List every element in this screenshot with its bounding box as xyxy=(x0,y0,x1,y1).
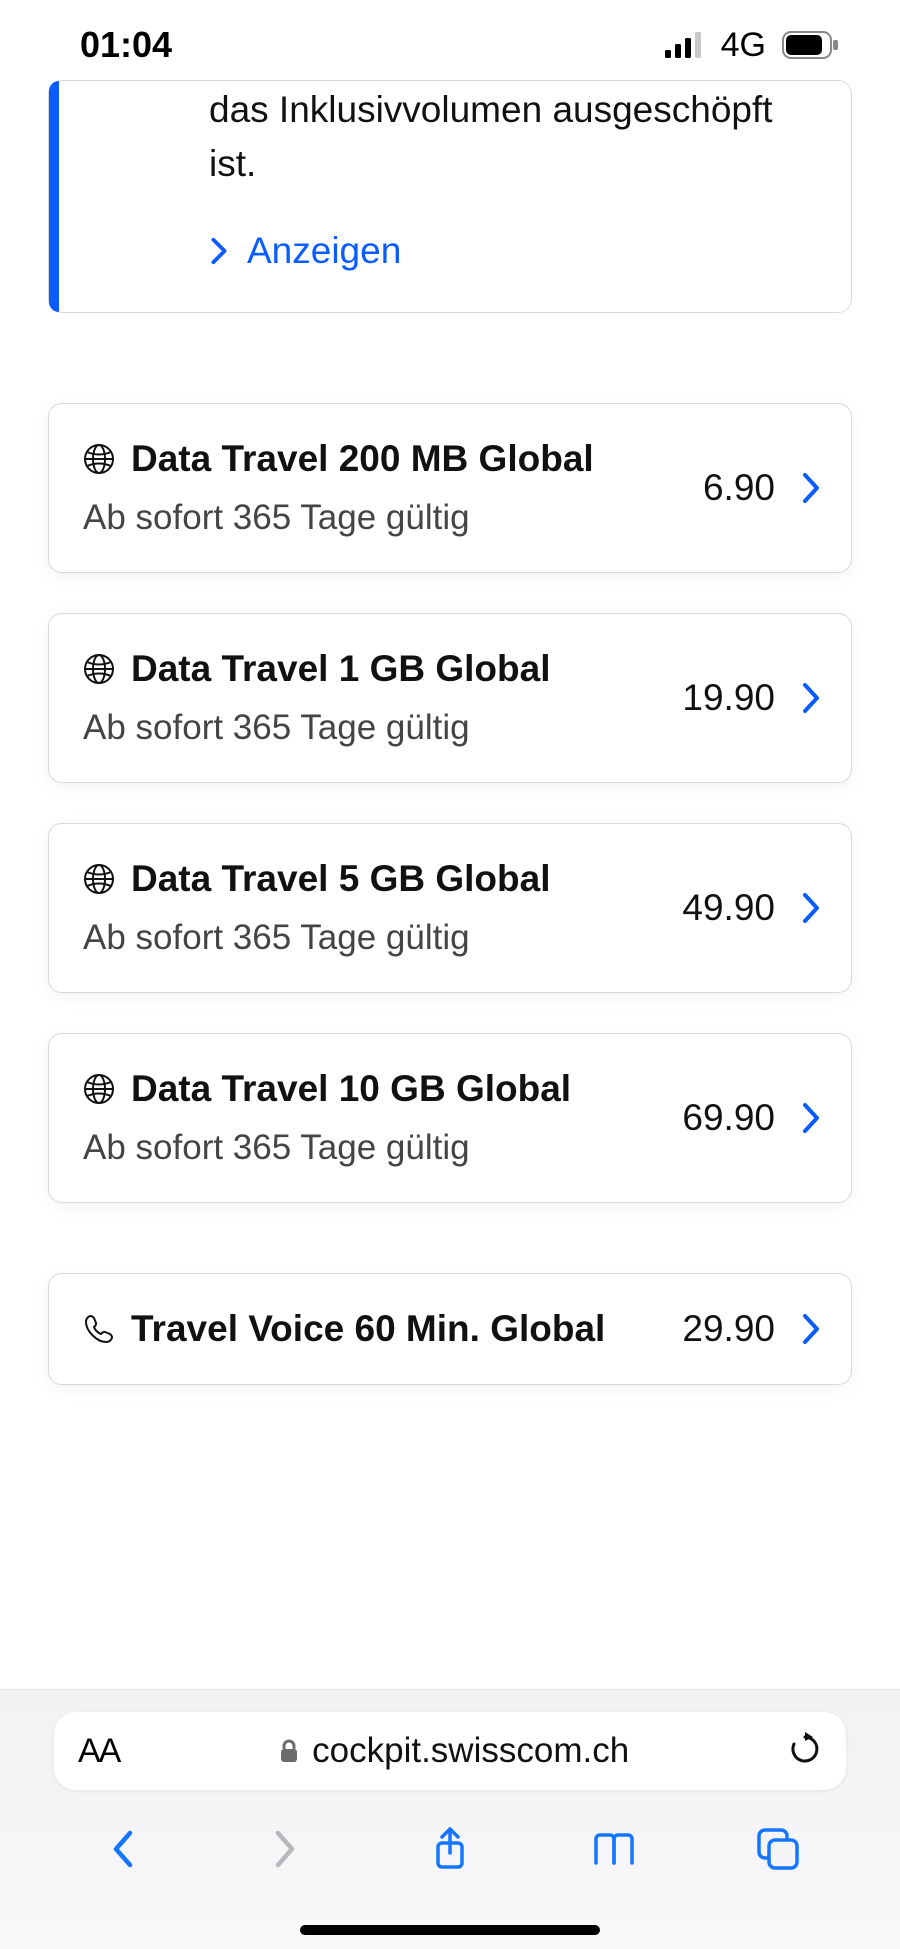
chevron-right-icon xyxy=(801,1101,821,1135)
pack-title: Data Travel 1 GB Global xyxy=(131,648,550,690)
network-label: 4G xyxy=(721,26,766,65)
globe-icon xyxy=(83,653,115,685)
tabs-button[interactable] xyxy=(753,1824,803,1874)
info-card: das Inklusivvolumen ausgeschöpft ist. An… xyxy=(48,80,852,313)
pack-price: 49.90 xyxy=(682,887,775,929)
pack-subtitle: Ab sofort 365 Tage gültig xyxy=(83,498,687,538)
address-bar[interactable]: AA cockpit.swisscom.ch xyxy=(54,1712,846,1790)
reload-icon xyxy=(788,1732,822,1766)
text-size-button[interactable]: AA xyxy=(78,1732,119,1771)
pack-price: 6.90 xyxy=(703,467,775,509)
data-pack-card[interactable]: Data Travel 200 MB Global Ab sofort 365 … xyxy=(48,403,852,573)
battery-icon xyxy=(782,31,840,59)
info-text: das Inklusivvolumen ausgeschöpft ist. xyxy=(109,83,811,190)
back-button[interactable] xyxy=(97,1824,147,1874)
data-pack-card[interactable]: Data Travel 1 GB Global Ab sofort 365 Ta… xyxy=(48,613,852,783)
globe-icon xyxy=(83,863,115,895)
reload-button[interactable] xyxy=(788,1732,822,1771)
data-pack-card[interactable]: Data Travel 5 GB Global Ab sofort 365 Ta… xyxy=(48,823,852,993)
browser-toolbar xyxy=(0,1824,900,1874)
forward-button[interactable] xyxy=(261,1824,311,1874)
pack-title: Data Travel 10 GB Global xyxy=(131,1068,571,1110)
pack-title: Data Travel 5 GB Global xyxy=(131,858,550,900)
pack-title: Data Travel 200 MB Global xyxy=(131,438,594,480)
data-pack-card[interactable]: Data Travel 10 GB Global Ab sofort 365 T… xyxy=(48,1033,852,1203)
pack-price: 19.90 xyxy=(682,677,775,719)
bookmarks-button[interactable] xyxy=(589,1824,639,1874)
address-domain: cockpit.swisscom.ch xyxy=(312,1731,629,1771)
globe-icon xyxy=(83,1073,115,1105)
chevron-right-icon xyxy=(801,1312,821,1346)
chevron-right-icon xyxy=(801,471,821,505)
chevron-right-icon xyxy=(801,891,821,925)
chevron-right-icon xyxy=(209,236,229,266)
signal-icon xyxy=(665,32,705,58)
info-show-label: Anzeigen xyxy=(247,230,401,272)
lock-icon xyxy=(278,1738,300,1764)
browser-chrome: AA cockpit.swisscom.ch xyxy=(0,1689,900,1949)
pack-title: Travel Voice 60 Min. Global xyxy=(131,1308,605,1350)
status-bar: 01:04 4G xyxy=(0,0,900,80)
chevron-right-icon xyxy=(801,681,821,715)
pack-price: 69.90 xyxy=(682,1097,775,1139)
home-indicator[interactable] xyxy=(300,1925,600,1935)
phone-icon xyxy=(83,1313,115,1345)
pack-subtitle: Ab sofort 365 Tage gültig xyxy=(83,1128,666,1168)
pack-price: 29.90 xyxy=(682,1308,775,1350)
page-content[interactable]: das Inklusivvolumen ausgeschöpft ist. An… xyxy=(0,80,900,1700)
status-right: 4G xyxy=(665,26,840,65)
share-button[interactable] xyxy=(425,1824,475,1874)
pack-subtitle: Ab sofort 365 Tage gültig xyxy=(83,708,666,748)
voice-pack-card[interactable]: Travel Voice 60 Min. Global 29.90 xyxy=(48,1273,852,1385)
globe-icon xyxy=(83,443,115,475)
pack-subtitle: Ab sofort 365 Tage gültig xyxy=(83,918,666,958)
status-time: 01:04 xyxy=(80,24,172,66)
info-show-link[interactable]: Anzeigen xyxy=(109,230,811,272)
